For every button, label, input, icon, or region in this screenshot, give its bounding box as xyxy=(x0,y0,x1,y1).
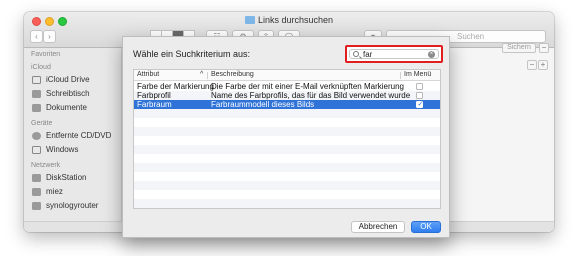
empty-row xyxy=(134,181,440,190)
empty-row xyxy=(134,136,440,145)
table-row[interactable]: Farbe der Markierung Die Farbe der mit e… xyxy=(134,82,440,91)
window-title: Links durchsuchen xyxy=(24,15,554,25)
sidebar-item-label: Dokumente xyxy=(46,103,87,112)
sichern-button[interactable]: Sichern xyxy=(502,43,536,53)
column-header-im-menue[interactable]: Im Menü xyxy=(404,71,431,78)
empty-row xyxy=(134,109,440,118)
sidebar-header-icloud: iCloud xyxy=(31,64,51,71)
sidebar-item-label: DiskStation xyxy=(46,173,87,182)
sidebar-item-label: miez xyxy=(46,187,63,196)
in-menu-checkbox[interactable] xyxy=(416,92,423,99)
search-highlight-frame: far × xyxy=(345,45,443,63)
sidebar-header-netzwerk: Netzwerk xyxy=(31,162,61,169)
sidebar-item-diskstation[interactable]: DiskStation xyxy=(32,173,86,182)
clear-search-icon[interactable]: × xyxy=(428,51,435,58)
sidebar-header-favoriten: Favoriten xyxy=(31,51,61,58)
sidebar-item-label: synologyrouter xyxy=(46,201,99,210)
empty-row xyxy=(134,127,440,136)
attribute-cell: Farbraum xyxy=(137,100,172,109)
folder-icon xyxy=(244,16,255,24)
plus-button[interactable]: + xyxy=(538,60,548,70)
description-cell: Farbraummodell dieses Bilds xyxy=(211,100,315,109)
column-separator xyxy=(207,72,208,79)
description-cell: Name des Farbprofils, das für das Bild v… xyxy=(211,91,411,100)
empty-row xyxy=(134,145,440,154)
column-separator xyxy=(400,72,401,79)
back-button[interactable]: ‹ xyxy=(30,30,43,43)
column-header-attribut[interactable]: Attribut xyxy=(137,71,159,78)
sidebar-item-schreibtisch[interactable]: Schreibtisch xyxy=(32,89,90,98)
criteria-table: Attribut ^ Beschreibung Im Menü Farbe de… xyxy=(133,69,441,209)
forward-icon: › xyxy=(48,32,51,41)
empty-row xyxy=(134,154,440,163)
search-placeholder: Suchen xyxy=(457,32,485,41)
sidebar-item-label: Schreibtisch xyxy=(46,89,90,98)
criteria-search-input[interactable]: far × xyxy=(349,49,439,59)
sidebar-item-dokumente[interactable]: Dokumente xyxy=(32,103,87,112)
criteria-search-value: far xyxy=(363,50,373,59)
sidebar-item-label: iCloud Drive xyxy=(46,75,90,84)
disc-icon xyxy=(32,131,41,140)
search-criteria-dialog: Wähle ein Suchkriterium aus: far × Attri… xyxy=(122,36,450,238)
table-row[interactable]: Farbprofil Name des Farbprofils, das für… xyxy=(134,91,440,100)
sort-ascending-icon: ^ xyxy=(200,71,204,78)
sidebar-item-entfernte-cd-dvd[interactable]: Entfernte CD/DVD xyxy=(32,131,111,140)
computer-icon xyxy=(32,201,41,210)
sidebar: Favoriten iCloud iCloud Drive Schreibtis… xyxy=(24,48,122,232)
attribute-cell: Farbe der Markierung xyxy=(137,82,214,91)
cancel-button[interactable]: Abbrechen xyxy=(351,221,405,233)
window-title-text: Links durchsuchen xyxy=(257,15,334,25)
sidebar-item-windows[interactable]: Windows xyxy=(32,145,78,154)
empty-row xyxy=(134,199,440,208)
empty-row xyxy=(134,118,440,127)
display-icon xyxy=(32,145,41,154)
table-row-selected[interactable]: Farbraum Farbraummodell dieses Bilds xyxy=(134,100,440,109)
server-icon xyxy=(32,173,41,182)
minus-button[interactable]: − xyxy=(539,43,549,53)
cloud-icon xyxy=(32,75,41,84)
in-menu-checkbox-checked[interactable] xyxy=(416,100,423,109)
in-menu-checkbox[interactable] xyxy=(416,83,423,90)
table-header: Attribut ^ Beschreibung Im Menü xyxy=(134,70,440,81)
sidebar-item-synologyrouter[interactable]: synologyrouter xyxy=(32,201,98,210)
empty-row xyxy=(134,172,440,181)
column-header-beschreibung[interactable]: Beschreibung xyxy=(211,71,254,78)
desktop-icon xyxy=(32,89,41,98)
documents-icon xyxy=(32,103,41,112)
attribute-cell: Farbprofil xyxy=(137,91,171,100)
computer-icon xyxy=(32,187,41,196)
sidebar-item-icloud-drive[interactable]: iCloud Drive xyxy=(32,75,90,84)
minus-button-2[interactable]: − xyxy=(527,60,537,70)
sidebar-item-label: Windows xyxy=(46,145,79,154)
description-cell: Die Farbe der mit einer E-Mail verknüpft… xyxy=(211,82,404,91)
sidebar-item-miez[interactable]: miez xyxy=(32,187,63,196)
sidebar-header-geraete: Geräte xyxy=(31,120,53,127)
search-icon xyxy=(353,51,359,57)
forward-button[interactable]: › xyxy=(43,30,56,43)
empty-row xyxy=(134,163,440,172)
empty-row xyxy=(134,190,440,199)
ok-button[interactable]: OK xyxy=(411,221,441,233)
dialog-prompt: Wähle ein Suchkriterium aus: xyxy=(133,49,251,59)
sidebar-item-label: Entfernte CD/DVD xyxy=(46,131,112,140)
back-icon: ‹ xyxy=(35,32,38,41)
